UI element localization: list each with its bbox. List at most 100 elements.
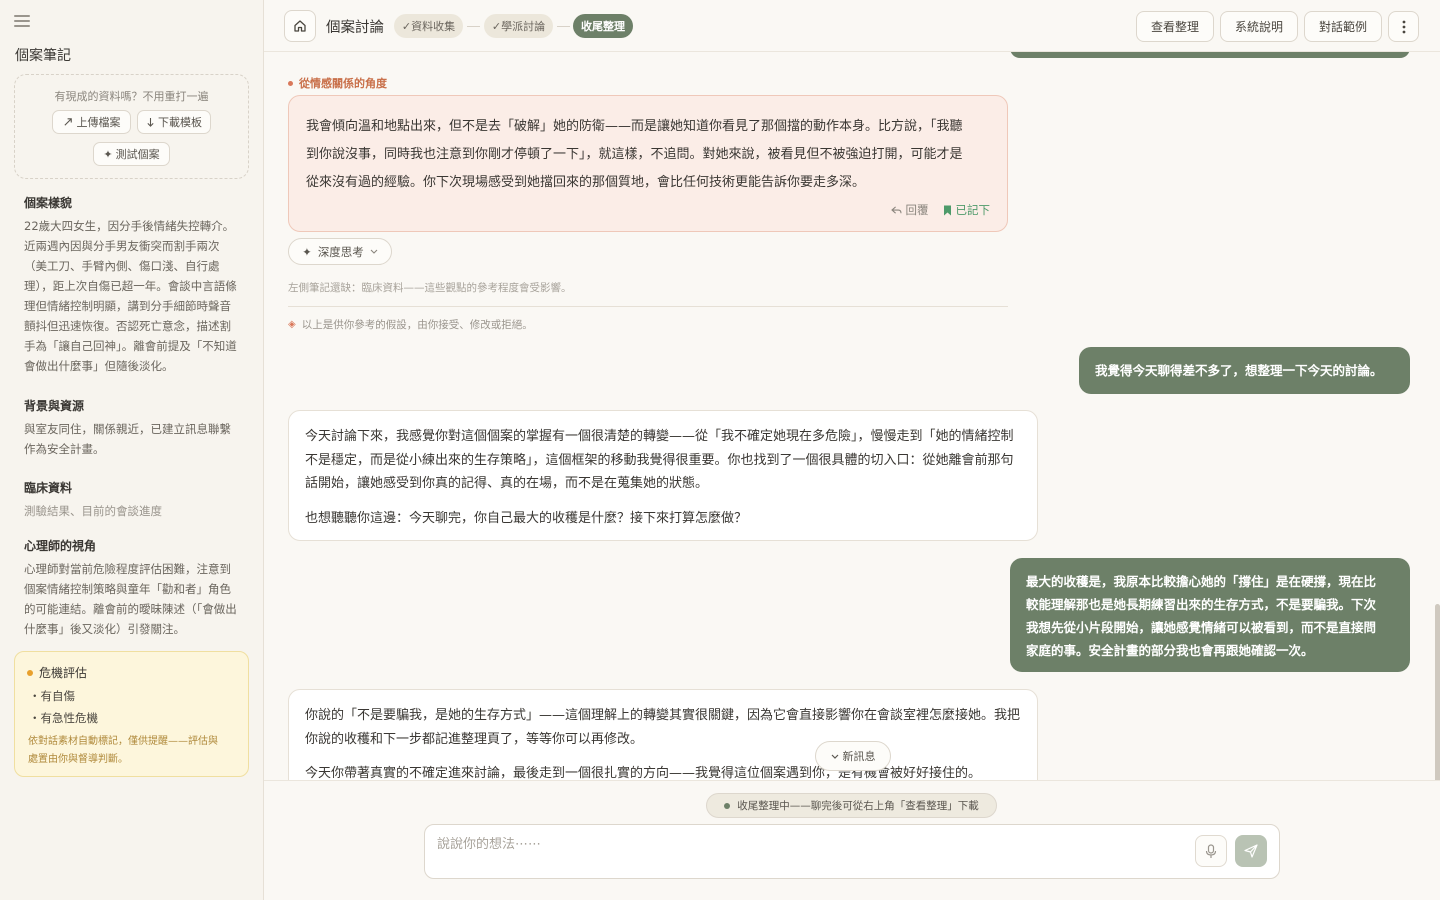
section-line: 理），距上次自傷已超一年。會談中言語條 (24, 279, 237, 293)
hamburger-icon[interactable] (14, 15, 30, 29)
section-line: 什麼事」後又淡化）引發關注。 (24, 622, 185, 636)
section-body: 22歲大四女生，因分手後情緒失控轉介。 近兩週內因與分手男友衝突而割手兩次 （美… (24, 216, 238, 376)
saved-label: 已記下 (955, 203, 991, 217)
step-connector (467, 26, 480, 27)
chat-scrollbar[interactable] (1435, 604, 1440, 780)
section-body: 與室友同住，關係親近，已建立訊息聯繫 作為安全計畫。 (24, 419, 238, 459)
status-dot-icon (724, 802, 731, 809)
message-paragraph: 也想聽聽你這邊：今天聊完，你自己最大的收穫是什麼？接下來打算怎麼做？ (305, 510, 748, 526)
section-therapist-view: 心理師的視角 心理師對當前危險程度評估困難，注意到 個案情緒控制策略與童年「勸和… (24, 537, 238, 639)
section-body: 測驗結果、目前的會談進度 (24, 501, 238, 521)
crisis-item-text: 有急性危機 (40, 711, 99, 725)
upload-file-button[interactable]: 上傳檔案 (52, 110, 131, 134)
step-school-discussion[interactable]: ✓ 學派討論 (484, 14, 553, 38)
crisis-item: ・有自傷 (29, 689, 76, 703)
previous-user-bubble (1010, 52, 1410, 58)
section-line: （美工刀、手臂內側、傷口淺、自行處 (24, 259, 220, 273)
crisis-assessment-card: 危機評估 ・有自傷 ・有急性危機 依對話素材自動標記，僅供提醒——評估與 處置由… (14, 651, 249, 777)
reply-icon (890, 205, 902, 214)
message-line: 你說的「不是要騙我，是她的生存方式」——這個理解上的轉變其實很關鍵，因為它會直接… (305, 708, 1021, 723)
crisis-item: ・有急性危機 (29, 711, 99, 725)
crisis-item-text: 有自傷 (40, 689, 76, 703)
more-vertical-icon (1402, 20, 1405, 33)
sidebar-title: 個案筆記 (15, 48, 71, 64)
message-line: 今天討論下來，我感覺你對這個個案的掌握有一個很清楚的轉變——從「我不確定她現在多… (305, 429, 1014, 444)
test-case-button[interactable]: ✦ 測試個案 (93, 142, 170, 166)
message-line: 家庭的事。安全計畫的部分我也會再跟她確認一次。 (1026, 643, 1314, 658)
deep-think-button[interactable]: ✦ 深度思考 (288, 238, 392, 265)
message-paragraph: 今天你帶著真實的不確定進來討論，最後走到一個很扎實的方向——我覺得這位個案遇到你… (305, 766, 982, 780)
voice-input-button[interactable] (1195, 835, 1227, 867)
section-line: 近兩週內因與分手男友衝突而割手兩次 (24, 239, 220, 253)
download-template-button[interactable]: 下載模板 (137, 110, 211, 134)
section-line: 心理師對當前危險程度評估困難，注意到 (24, 562, 231, 576)
crisis-title-text: 危機評估 (39, 666, 88, 680)
section-body: 心理師對當前危險程度評估困難，注意到 個案情緒控制策略與童年「勸和者」角色 的可… (24, 559, 238, 639)
download-template-label: 下載模板 (158, 116, 202, 129)
microphone-icon (1205, 843, 1217, 858)
section-heading: 心理師的視角 (24, 539, 97, 553)
step-label: 資料收集 (411, 20, 456, 33)
section-heading: 個案樣貌 (24, 196, 73, 210)
send-icon (1244, 844, 1258, 858)
upload-icon (63, 117, 72, 126)
chevron-down-icon (370, 249, 378, 254)
card-line: 我會傾向溫和地點出來，但不是去「破解」她的防衛——而是讓她知道你看見了那個擋的動… (306, 119, 963, 134)
message-line: 最大的收穫是，我原本比較擔心她的「撐住」是在硬撐，現在比 (1026, 574, 1377, 589)
message-input[interactable] (437, 837, 1177, 852)
section-line: 的可能連結。離會前的曖昧陳述（「會做出 (24, 602, 237, 616)
message-paragraph: 你說的「不是要騙我，是她的生存方式」——這個理解上的轉變其實很關鍵，因為它會直接… (305, 704, 1021, 751)
deep-think-label: 深度思考 (317, 244, 364, 259)
section-line: 會做出什麼事」但隨後淡化。 (24, 359, 174, 373)
upload-area: 有現成的資料嗎？不用重打一遍 上傳檔案 下載模板 ✦ 測試個案 (14, 74, 249, 179)
step-data-collection[interactable]: ✓ 資料收集 (394, 14, 463, 38)
perspective-tag: 從情感關係的角度 (288, 75, 387, 91)
status-text: 收尾整理中——聊完後可從右上角「查看整理」下載 (737, 800, 979, 812)
step-wrap-up[interactable]: 收尾整理 (573, 14, 633, 38)
system-info-button[interactable]: 系統說明 (1220, 11, 1298, 42)
page-title: 個案討論 (326, 20, 384, 36)
message-line: 不是穩定，而是從小練出來的生存策略」，這個框架的移動我覺得很重要。你也找到了一個… (305, 452, 1014, 468)
section-line: 22歲大四女生，因分手後情緒失控轉介。 (24, 219, 235, 233)
message-line: 你說的收穫和下一步都記進整理頁了，等等你可以再修改。 (305, 731, 644, 747)
reply-label: 回覆 (905, 203, 929, 217)
send-button[interactable] (1235, 835, 1267, 867)
view-summary-button[interactable]: 查看整理 (1136, 11, 1214, 42)
missing-info-note: 左側筆記還缺：臨床資料——這些觀點的參考程度會受影響。 (288, 282, 572, 294)
reply-button[interactable]: 回覆 (890, 202, 929, 218)
chevron-down-icon (831, 754, 838, 759)
assistant-message: 你說的「不是要騙我，是她的生存方式」——這個理解上的轉變其實很關鍵，因為它會直接… (288, 689, 1038, 780)
new-message-button[interactable]: 新訊息 (815, 741, 891, 771)
sparkle-icon: ✦ (103, 147, 113, 161)
section-clinical: 臨床資料 測驗結果、目前的會談進度 (24, 479, 238, 521)
home-button[interactable] (284, 10, 316, 42)
divider (288, 306, 1008, 307)
check-icon: ✓ (491, 19, 502, 33)
chat-area[interactable]: 從情感關係的角度 我會傾向溫和地點出來，但不是去「破解」她的防衛——而是讓她知道… (264, 52, 1440, 780)
status-badge: 收尾整理中——聊完後可從右上角「查看整理」下載 (706, 793, 997, 818)
step-label: 學派討論 (501, 20, 546, 33)
crisis-note-line: 依對話素材自動標記，僅供提醒——評估與 (28, 736, 218, 747)
composer-area: 收尾整理中——聊完後可從右上角「查看整理」下載 (264, 780, 1440, 900)
top-bar: 個案討論 ✓ 資料收集 ✓ 學派討論 收尾整理 查看整理 系統說明 對話範例 (264, 0, 1440, 52)
step-label: 收尾整理 (581, 20, 625, 33)
emotion-perspective-card: 我會傾向溫和地點出來，但不是去「破解」她的防衛——而是讓她知道你看見了那個擋的動… (288, 95, 1008, 232)
crisis-note-line: 處置由你與督導判斷。 (28, 754, 128, 765)
more-options-button[interactable] (1388, 11, 1419, 42)
section-line: 顫抖但迅速恢復。否認死亡意念，描述割 (24, 319, 231, 333)
section-case-profile: 個案樣貌 22歲大四女生，因分手後情緒失控轉介。 近兩週內因與分手男友衝突而割手… (24, 194, 238, 376)
card-line: 從來沒有過的經驗。你下次現場感受到她擋回來的那個質地，會比任何技術更能告訴你要走… (306, 175, 866, 190)
message-composer (424, 824, 1280, 879)
emotion-card-text: 我會傾向溫和地點出來，但不是去「破解」她的防衛——而是讓她知道你看見了那個擋的動… (306, 113, 992, 197)
dialog-examples-button[interactable]: 對話範例 (1304, 11, 1382, 42)
bookmark-icon (943, 205, 951, 215)
sidebar: 個案筆記 有現成的資料嗎？不用重打一遍 上傳檔案 下載模板 ✦ 測試個案 個案樣… (0, 0, 264, 900)
card-line: 到你說沒事，同時我也注意到你剛才停頓了一下」，就這樣，不追問。對她來說，被看見但… (306, 147, 963, 162)
section-line: 個案情緒控制策略與童年「勸和者」角色 (24, 582, 231, 596)
new-message-label: 新訊息 (842, 750, 876, 763)
tag-dot-icon (288, 80, 293, 86)
alert-dot-icon (27, 669, 33, 676)
home-icon (294, 20, 306, 32)
saved-button[interactable]: 已記下 (943, 202, 991, 218)
message-line: 話開始，讓她感受到你真的記得、真的在場，而不是在蒐集她的狀態。 (305, 476, 709, 491)
